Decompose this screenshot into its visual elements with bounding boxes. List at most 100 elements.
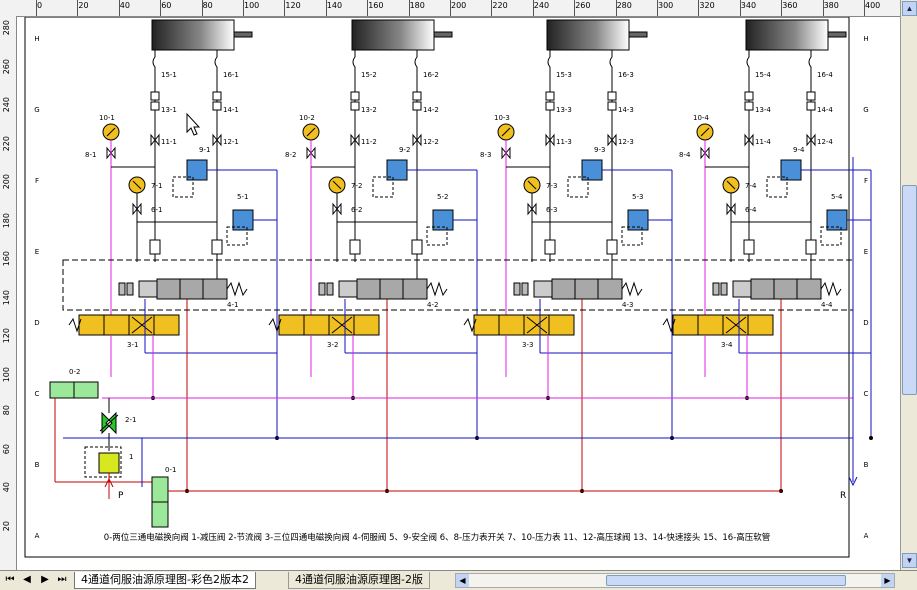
- safety-valve-label: 9-3: [594, 146, 605, 154]
- hydraulic-cylinder: [151, 19, 235, 51]
- servo-feedback: [118, 282, 126, 296]
- top-ruler-tick: [491, 0, 493, 16]
- valve-spring-icon: [426, 281, 448, 297]
- quick-coupler: [545, 91, 555, 101]
- cylinder-rod: [233, 31, 253, 38]
- last-sheet-icon[interactable]: ⏭: [55, 573, 69, 587]
- channel-group: 15-3 16-3 13-3 14-3 11-3 12-3 10-3 8-3 9-3 7-3 6-3…: [463, 19, 674, 493]
- left-ruler-label: 240: [2, 97, 11, 113]
- servo-valve-label: 4-1: [227, 301, 238, 309]
- top-ruler-tick: [201, 0, 203, 16]
- cylinder-rod: [827, 31, 847, 38]
- scroll-down-button[interactable]: ▼: [902, 553, 917, 568]
- valve-spring-icon: [820, 281, 842, 297]
- reducer-label: 1: [129, 453, 133, 461]
- vertical-scroll-thumb[interactable]: [902, 185, 917, 395]
- zone-letter-left: D: [34, 319, 39, 327]
- check-valve-icon: [211, 239, 223, 255]
- cylinder-rod: [433, 31, 453, 38]
- scroll-right-button[interactable]: ▶: [881, 574, 894, 587]
- port-r-label: R: [840, 491, 846, 501]
- top-ruler-tick: [118, 0, 120, 16]
- top-ruler-tick: [657, 0, 658, 16]
- check-valve-icon: [805, 239, 817, 255]
- vertical-scrollbar[interactable]: ▲ ▼: [900, 0, 917, 570]
- top-ruler-label: 340: [740, 1, 757, 10]
- quick-coupler: [545, 101, 555, 111]
- gauge-label: 10-3: [494, 114, 510, 122]
- hose-label: 15-2: [361, 71, 377, 79]
- quick-coupler: [150, 91, 160, 101]
- gauge-switch-label: 8-3: [480, 151, 491, 159]
- top-ruler-tick: [408, 0, 410, 16]
- top-ruler-tick: [284, 0, 286, 16]
- horizontal-scroll-thumb[interactable]: [606, 575, 846, 586]
- top-ruler-tick: [739, 0, 741, 16]
- scroll-up-button[interactable]: ▲: [902, 1, 917, 16]
- ball-valve-label: 12-4: [817, 138, 833, 146]
- first-sheet-icon[interactable]: ⏮: [3, 573, 17, 587]
- gauge-label: 7-3: [546, 182, 557, 190]
- quick-coupler: [744, 91, 754, 101]
- servo-torque-motor: [732, 280, 752, 298]
- top-ruler-tick: [574, 0, 576, 16]
- servo-valve-body: [156, 278, 228, 300]
- channel-group: 15-4 16-4 13-4 14-4 11-4 12-4 10-4 8-4 9-4 7-4 6-4…: [662, 19, 873, 493]
- zone-letter-left: A: [35, 532, 40, 540]
- tab-active-sheet[interactable]: 4通道伺服油源原理图-彩色2版本2: [74, 572, 256, 589]
- top-ruler-label: 300: [658, 1, 674, 10]
- hydraulic-schematic: HGFEDCBAHGFEDCBA 15-1 16-113-1 14-111-1 12-…: [24, 17, 873, 558]
- left-ruler: 280 260 240 220 200 180 160 140 120 100 80 60 40 20: [0, 16, 17, 570]
- top-ruler-label: 120: [285, 1, 301, 10]
- next-sheet-icon[interactable]: ▶: [38, 573, 52, 587]
- top-ruler-tick: [325, 0, 327, 16]
- zone-letter-left: F: [35, 177, 39, 185]
- scroll-left-button[interactable]: ◀: [456, 574, 469, 587]
- servo-valve-body: [551, 278, 623, 300]
- tab-second-sheet[interactable]: 4通道伺服油源原理图-2版: [288, 572, 430, 589]
- gauge-label: 7-4: [745, 182, 757, 190]
- drawing-canvas[interactable]: HGFEDCBAHGFEDCBA 15-1 16-1 13-1 14-1 11-1 12-…: [17, 17, 900, 570]
- left-ruler-label: 120: [2, 328, 11, 344]
- horizontal-scrollbar[interactable]: ◀ ▶: [455, 573, 895, 588]
- channel-group: 15-1 16-113-1 14-111-1 12-110-18-19-17-16-1…: [68, 19, 279, 493]
- zone-letter-left: E: [35, 248, 39, 256]
- gauge-switch-label: 8-1: [85, 151, 96, 159]
- top-ruler-tick: [77, 0, 79, 16]
- hydraulic-line: [808, 50, 812, 262]
- top-ruler-label: 60: [161, 1, 172, 10]
- gauge-label: 10-2: [299, 114, 315, 122]
- left-ruler-label: 160: [2, 251, 11, 267]
- top-ruler-label: 40: [119, 1, 130, 10]
- hydraulic-line: [547, 50, 551, 262]
- safety-valve-label: 9-4: [793, 146, 805, 154]
- mouse-cursor-icon: [186, 112, 201, 136]
- valve-label: 0-1: [165, 466, 176, 474]
- left-ruler-label: 280: [2, 20, 11, 36]
- cylinder-rod: [628, 31, 648, 38]
- prev-sheet-icon[interactable]: ◀: [20, 573, 34, 587]
- solenoid-valve-label: 3-2: [327, 341, 338, 349]
- top-ruler-tick: [450, 0, 451, 16]
- top-ruler-label: 200: [451, 1, 467, 10]
- top-ruler-label: 160: [368, 1, 384, 10]
- safety-valve-label: 9-1: [199, 146, 210, 154]
- quick-coupler: [412, 101, 422, 111]
- check-valve-icon: [743, 239, 755, 255]
- top-ruler-tick: [243, 0, 244, 16]
- quick-coupler: [607, 101, 617, 111]
- servo-feedback: [318, 282, 326, 296]
- servo-feedback: [513, 282, 521, 296]
- reducing-valve-icon: [98, 452, 120, 474]
- coupler-label: 13-1: [161, 106, 177, 114]
- hose-label: 16-4: [817, 71, 833, 79]
- hydraulic-line: [414, 50, 418, 262]
- quick-coupler: [212, 91, 222, 101]
- zone-letter-right: E: [864, 248, 868, 256]
- junction-dot: [869, 436, 873, 440]
- gauge-label: 10-4: [693, 114, 709, 122]
- coupler-label: 14-1: [223, 106, 239, 114]
- servo-valve-label: 4-4: [821, 301, 833, 309]
- zone-letter-right: A: [864, 532, 869, 540]
- servo-valve-label: 4-3: [622, 301, 633, 309]
